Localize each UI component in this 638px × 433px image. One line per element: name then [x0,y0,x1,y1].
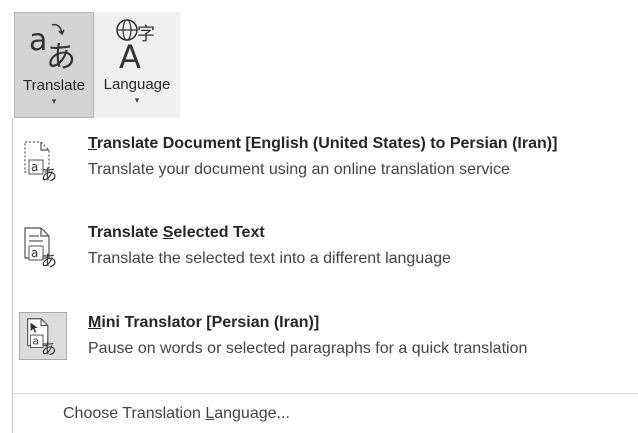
menu-item-mini-translator[interactable]: a あ Mini Translator [Persian (Iran)] Pau… [13,306,638,386]
translate-document-icon: a あ [24,141,57,184]
menu-item-title: Translate Document [English (United Stat… [88,135,558,152]
ribbon-group-language: a あ Translate ▾ 字 A Language ▾ [0,0,638,118]
translate-label: Translate [23,77,85,94]
language-label: Language [103,76,171,93]
language-globe-icon: 字 A [116,19,155,72]
menu-item-description: Translate the selected text into a diffe… [88,250,451,267]
translate-selected-text-icon: a あ [24,227,57,270]
svg-text:あ: あ [41,165,57,184]
menu-separator [13,393,638,394]
language-button[interactable]: 字 A Language ▾ [94,12,180,118]
svg-text:あ: あ [41,251,57,270]
svg-text:A: A [119,38,141,72]
menu-item-title: Mini Translator [Persian (Iran)] [88,314,320,331]
mini-translator-icon: a あ [19,312,67,360]
menu-item-choose-translation-language[interactable]: Choose Translation Language... [63,405,290,423]
translate-dropdown-menu: a あ Translate Document [English (United … [12,118,638,433]
svg-text:あ: あ [41,340,56,358]
svg-text:a: a [31,160,38,174]
svg-text:a: a [32,336,38,348]
menu-item-description: Translate your document using an online … [88,161,510,178]
svg-text:あ: あ [46,40,76,73]
menu-item-title: Translate Selected Text [88,224,265,241]
language-dropdown-caret[interactable]: ▾ [135,95,140,106]
menu-item-translate-document[interactable]: a あ Translate Document [English (United … [13,118,638,214]
svg-text:a: a [31,246,38,260]
menu-item-description: Pause on words or selected paragraphs fo… [88,340,528,357]
svg-text:a: a [29,23,47,58]
translate-dropdown-caret[interactable]: ▾ [52,96,57,107]
translate-button[interactable]: a あ Translate ▾ [14,12,94,118]
translate-icon: a あ [29,23,76,73]
menu-item-translate-selected-text[interactable]: a あ Translate Selected Text Translate th… [13,214,638,306]
